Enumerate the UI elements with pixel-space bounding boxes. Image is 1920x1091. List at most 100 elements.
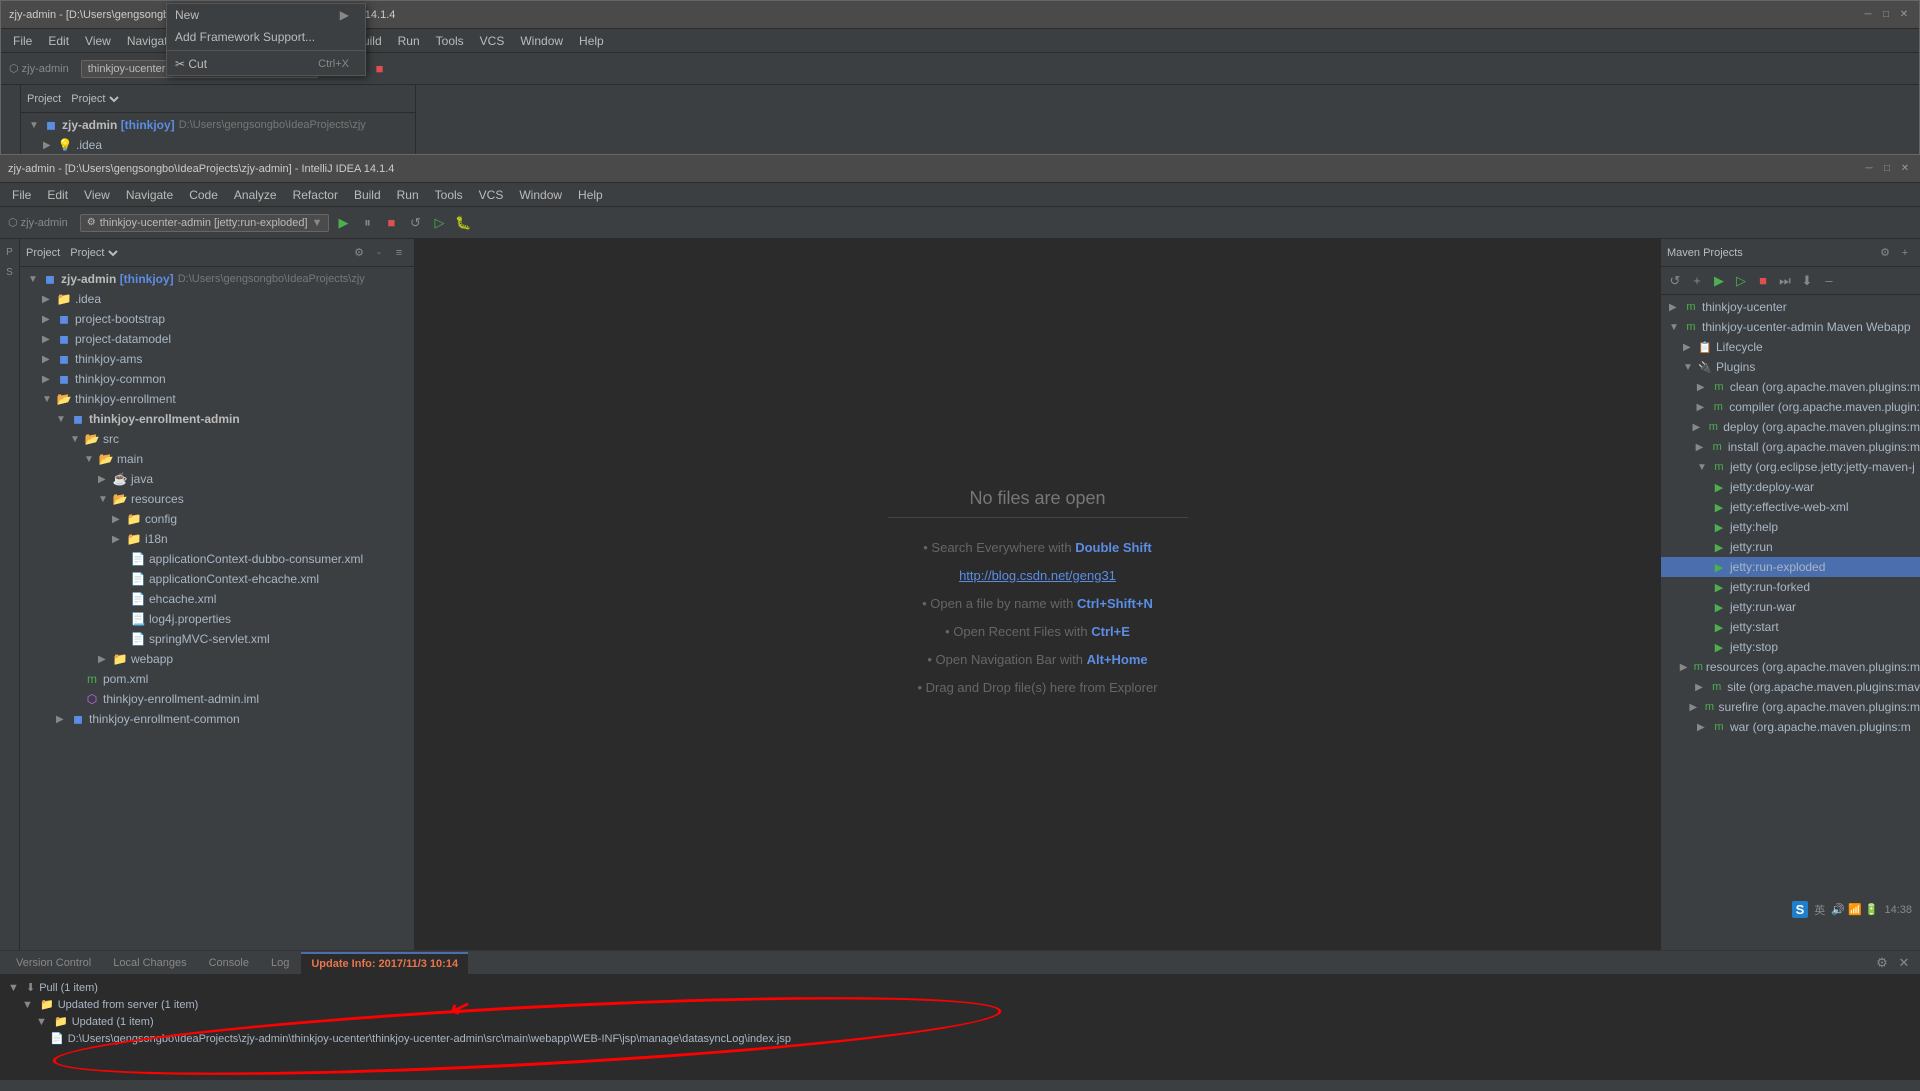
maven-jetty[interactable]: ▼ m jetty (org.eclipse.jetty:jetty-maven…: [1661, 457, 1920, 477]
maven-ucenter[interactable]: ▶ m thinkjoy-ucenter: [1661, 297, 1920, 317]
fg-menu-file[interactable]: File: [4, 186, 39, 204]
bottom-panel-settings[interactable]: ⚙: [1872, 953, 1892, 973]
fg-run-btn[interactable]: ▶: [333, 213, 353, 233]
fg-menu-build[interactable]: Build: [346, 186, 389, 204]
tree-bootstrap[interactable]: ▶ ◼ project-bootstrap: [20, 309, 414, 329]
maven-download-btn[interactable]: ⬇: [1797, 271, 1817, 291]
project-scope-select[interactable]: Project: [66, 246, 121, 260]
panel-settings-icon[interactable]: ⚙: [350, 244, 368, 262]
fg-menu-analyze[interactable]: Analyze: [226, 186, 285, 204]
tree-log4j[interactable]: 📃 log4j.properties: [20, 609, 414, 629]
tab-update-info[interactable]: Update Info: 2017/11/3 10:14: [301, 952, 468, 974]
tab-version-control[interactable]: Version Control: [6, 952, 101, 974]
maven-clean[interactable]: ▶ m clean (org.apache.maven.plugins:m: [1661, 377, 1920, 397]
fg-run2-btn[interactable]: ▷: [429, 213, 449, 233]
fg-close-btn[interactable]: ✕: [1898, 162, 1912, 176]
fg-run-config[interactable]: ⚙ thinkjoy-ucenter-admin [jetty:run-expl…: [80, 214, 330, 232]
hint-blog-link[interactable]: http://blog.csdn.net/geng31: [888, 562, 1188, 590]
fg-run-dropdown[interactable]: ▼: [312, 217, 323, 229]
fg-menu-refactor[interactable]: Refactor: [285, 186, 346, 204]
tree-resources[interactable]: ▼ 📂 resources: [20, 489, 414, 509]
bg-tree-root[interactable]: ▼ ◼ zjy-admin [thinkjoy] D:\Users\gengso…: [21, 115, 415, 135]
ctx-new[interactable]: New ▶: [167, 4, 365, 26]
bg-menu-tools[interactable]: Tools: [428, 32, 472, 50]
bg-panel-scope[interactable]: Project: [67, 92, 122, 106]
updated-server-row[interactable]: ▼ 📁 Updated from server (1 item): [8, 996, 1912, 1013]
bg-close-btn[interactable]: ✕: [1897, 8, 1911, 22]
fg-pause-btn[interactable]: ⏸: [357, 213, 377, 233]
maven-site[interactable]: ▶ m site (org.apache.maven.plugins:mav: [1661, 677, 1920, 697]
maven-jetty-deploy-war[interactable]: ▶ jetty:deploy-war: [1661, 477, 1920, 497]
fg-menu-navigate[interactable]: Navigate: [118, 186, 181, 204]
maven-lifecycle[interactable]: ▶ 📋 Lifecycle: [1661, 337, 1920, 357]
file-path-row[interactable]: 📄 D:\Users\gengsongbo\IdeaProjects\zjy-a…: [8, 1030, 1912, 1047]
maven-jetty-start[interactable]: ▶ jetty:start: [1661, 617, 1920, 637]
maven-stop-btn[interactable]: ■: [1753, 271, 1773, 291]
tree-root[interactable]: ▼ ◼ zjy-admin [thinkjoy] D:\Users\gengso…: [20, 269, 414, 289]
maven-plugins[interactable]: ▼ 🔌 Plugins: [1661, 357, 1920, 377]
fg-menu-run[interactable]: Run: [389, 186, 427, 204]
fg-minimize-btn[interactable]: ─: [1862, 162, 1876, 176]
maven-install[interactable]: ▶ m install (org.apache.maven.plugins:m: [1661, 437, 1920, 457]
bg-menu-view[interactable]: View: [77, 32, 119, 50]
fg-menu-edit[interactable]: Edit: [39, 186, 76, 204]
panel-gear-icon[interactable]: ≡: [390, 244, 408, 262]
maven-resources[interactable]: ▶ m resources (org.apache.maven.plugins:…: [1661, 657, 1920, 677]
tree-ams[interactable]: ▶ ◼ thinkjoy-ams: [20, 349, 414, 369]
bg-tree-idea[interactable]: ▶ 💡 .idea: [21, 135, 415, 155]
bg-menu-run[interactable]: Run: [390, 32, 428, 50]
tree-datamodel[interactable]: ▶ ◼ project-datamodel: [20, 329, 414, 349]
maven-run-btn[interactable]: ▶: [1709, 271, 1729, 291]
maven-jetty-effective[interactable]: ▶ jetty:effective-web-xml: [1661, 497, 1920, 517]
tree-dubbo-xml[interactable]: 📄 applicationContext-dubbo-consumer.xml: [20, 549, 414, 569]
tab-local-changes[interactable]: Local Changes: [103, 952, 196, 974]
fg-menu-help[interactable]: Help: [570, 186, 611, 204]
tree-springmvc[interactable]: 📄 springMVC-servlet.xml: [20, 629, 414, 649]
bg-menu-vcs[interactable]: VCS: [472, 32, 513, 50]
fg-reload-btn[interactable]: ↺: [405, 213, 425, 233]
side-icon-2[interactable]: S: [1, 263, 19, 281]
maven-settings-icon[interactable]: ⚙: [1876, 244, 1894, 262]
fg-maximize-btn[interactable]: □: [1880, 162, 1894, 176]
maven-ucenter-admin[interactable]: ▼ m thinkjoy-ucenter-admin Maven Webapp: [1661, 317, 1920, 337]
bg-menu-file[interactable]: File: [5, 32, 40, 50]
tree-main[interactable]: ▼ 📂 main: [20, 449, 414, 469]
fg-menu-vcs[interactable]: VCS: [471, 186, 512, 204]
maven-compiler[interactable]: ▶ m compiler (org.apache.maven.plugin:: [1661, 397, 1920, 417]
maven-jetty-run-exploded[interactable]: ▶ jetty:run-exploded: [1661, 557, 1920, 577]
maven-surefire[interactable]: ▶ m surefire (org.apache.maven.plugins:m: [1661, 697, 1920, 717]
tree-idea[interactable]: ▶ 📁 .idea: [20, 289, 414, 309]
tree-enrollment-admin[interactable]: ▼ ◼ thinkjoy-enrollment-admin: [20, 409, 414, 429]
tree-config[interactable]: ▶ 📁 config: [20, 509, 414, 529]
blog-url[interactable]: http://blog.csdn.net/geng31: [959, 568, 1116, 583]
maven-jetty-help[interactable]: ▶ jetty:help: [1661, 517, 1920, 537]
maven-war[interactable]: ▶ m war (org.apache.maven.plugins:m: [1661, 717, 1920, 737]
tree-ehcache-ctx-xml[interactable]: 📄 applicationContext-ehcache.xml: [20, 569, 414, 589]
fg-stop-btn[interactable]: ■: [381, 213, 401, 233]
maven-skip-btn[interactable]: ⏭: [1775, 271, 1795, 291]
tree-common[interactable]: ▶ ◼ thinkjoy-common: [20, 369, 414, 389]
maven-jetty-run[interactable]: ▶ jetty:run: [1661, 537, 1920, 557]
fg-menu-tools[interactable]: Tools: [427, 186, 471, 204]
maven-collapse-btn[interactable]: –: [1819, 271, 1839, 291]
fg-debug-btn[interactable]: 🐛: [453, 213, 473, 233]
maven-jetty-stop[interactable]: ▶ jetty:stop: [1661, 637, 1920, 657]
tree-java[interactable]: ▶ ☕ java: [20, 469, 414, 489]
ctx-cut[interactable]: ✂ Cut Ctrl+X: [167, 53, 365, 75]
tree-enrollment-common[interactable]: ▶ ◼ thinkjoy-enrollment-common: [20, 709, 414, 729]
project-tree[interactable]: ▼ ◼ zjy-admin [thinkjoy] D:\Users\gengso…: [20, 267, 414, 950]
tree-i18n[interactable]: ▶ 📁 i18n: [20, 529, 414, 549]
maven-plus-icon[interactable]: +: [1896, 244, 1914, 262]
bg-maximize-btn[interactable]: □: [1879, 8, 1893, 22]
tree-ehcache-xml[interactable]: 📄 ehcache.xml: [20, 589, 414, 609]
bg-menu-help[interactable]: Help: [571, 32, 612, 50]
tree-enrollment[interactable]: ▼ 📂 thinkjoy-enrollment: [20, 389, 414, 409]
pull-item-row[interactable]: ▼ ⬇ Pull (1 item): [8, 979, 1912, 996]
tab-console[interactable]: Console: [199, 952, 259, 974]
fg-menu-window[interactable]: Window: [511, 186, 570, 204]
bottom-panel-close[interactable]: ✕: [1894, 953, 1914, 973]
ctx-framework[interactable]: Add Framework Support...: [167, 26, 365, 48]
updated-row[interactable]: ▼ 📁 Updated (1 item): [8, 1013, 1912, 1030]
bg-menu-window[interactable]: Window: [512, 32, 571, 50]
maven-jetty-run-forked[interactable]: ▶ jetty:run-forked: [1661, 577, 1920, 597]
